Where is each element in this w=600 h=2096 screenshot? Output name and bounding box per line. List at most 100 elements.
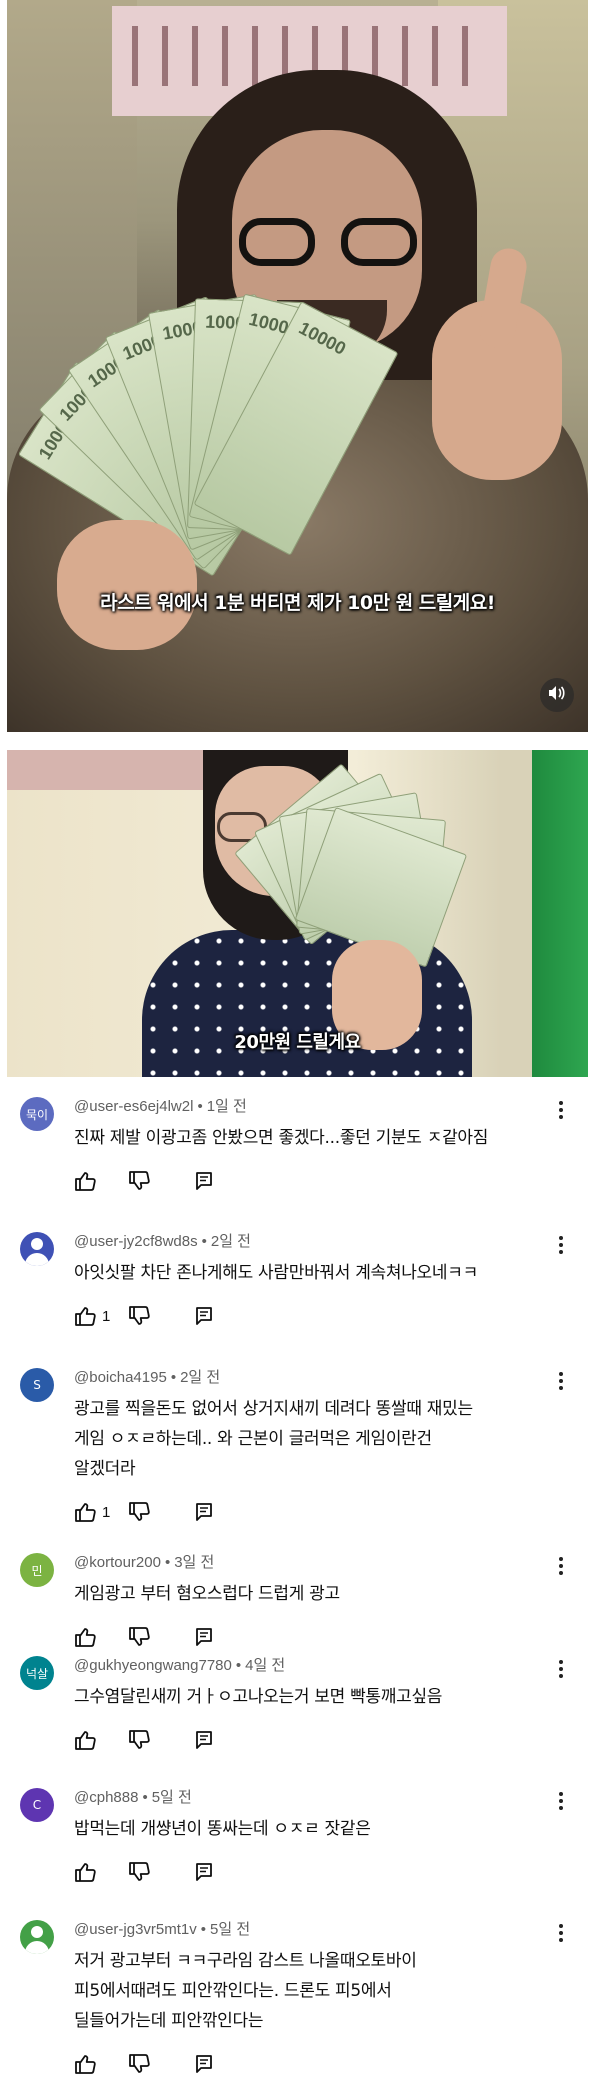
- avatar[interactable]: C: [20, 1788, 54, 1822]
- reply-button[interactable]: [194, 1862, 214, 1882]
- comment-actions: 1: [74, 1304, 214, 1328]
- comment-line: 게임 ㅇㅈㄹ하는데.. 와 근본이 글러먹은 게임이란건: [74, 1429, 432, 1449]
- thumbs-down-icon: [128, 1502, 150, 1522]
- video-frame-1[interactable]: 라스트 워에서 1분 버티면 제가 10만 원 드릴게요!: [7, 0, 588, 732]
- like-button[interactable]: 1: [74, 1502, 128, 1522]
- comment-line: 밥먹는데 개썅년이 똥싸는데 ㅇㅈㄹ 잣같은: [74, 1819, 371, 1839]
- default-avatar-icon: [20, 1232, 54, 1266]
- reply-icon: [194, 1171, 214, 1191]
- video-frame-2[interactable]: 20만원 드릴게요: [7, 750, 588, 1077]
- like-button[interactable]: 1: [74, 1306, 128, 1326]
- dislike-button[interactable]: [128, 2054, 194, 2074]
- reply-icon: [194, 1862, 214, 1882]
- dislike-button[interactable]: [128, 1862, 194, 1882]
- video-subtitle: 20만원 드릴게요: [234, 1032, 361, 1053]
- more-vert-icon[interactable]: [554, 1922, 568, 1944]
- reply-button[interactable]: [194, 1306, 214, 1326]
- like-button[interactable]: [74, 1730, 128, 1750]
- avatar[interactable]: [20, 1232, 54, 1266]
- comment-time: 4일 전: [245, 1657, 286, 1674]
- comment-author[interactable]: @kortour200: [74, 1554, 161, 1571]
- like-button[interactable]: [74, 2054, 128, 2074]
- thumbs-down-icon: [128, 1171, 150, 1191]
- avatar[interactable]: S: [20, 1368, 54, 1402]
- reply-icon: [194, 1627, 214, 1647]
- volume-button[interactable]: [540, 678, 574, 712]
- comment-meta: @user-jy2cf8wd8s • 2일 전: [74, 1230, 251, 1251]
- comment-time: 2일 전: [180, 1369, 221, 1386]
- comment-author[interactable]: @user-es6ej4lw2l: [74, 1098, 193, 1115]
- separator-dot: •: [197, 1098, 203, 1115]
- dislike-button[interactable]: [128, 1627, 194, 1647]
- thumbs-down-icon: [128, 2054, 150, 2074]
- avatar[interactable]: 민: [20, 1553, 54, 1587]
- comment-actions: [74, 1728, 214, 1752]
- more-vert-icon[interactable]: [554, 1555, 568, 1577]
- dislike-button[interactable]: [128, 1502, 194, 1522]
- avatar-initials: 민: [31, 1563, 43, 1578]
- like-count: 1: [102, 1503, 111, 1521]
- separator-dot: •: [164, 1554, 171, 1571]
- like-button[interactable]: [74, 1171, 128, 1191]
- comment-line: 아잇싯팔 차단 존나게해도 사람만바꿔서 계속쳐나오네ㅋㅋ: [74, 1263, 478, 1283]
- comment-text: 광고를 찍을돈도 없어서 상거지새끼 데려다 똥쌀때 재밌는게임 ㅇㅈㄹ하는데.…: [74, 1394, 544, 1484]
- more-vert-icon[interactable]: [554, 1658, 568, 1680]
- avatar[interactable]: [20, 1920, 54, 1954]
- comment-author[interactable]: @cph888: [74, 1789, 138, 1806]
- reply-button[interactable]: [194, 1627, 214, 1647]
- separator-dot: •: [200, 1921, 207, 1938]
- thumbs-up-icon: [74, 1502, 96, 1522]
- thumbs-down-icon: [128, 1627, 150, 1647]
- comment-author[interactable]: @user-jy2cf8wd8s: [74, 1233, 198, 1250]
- comment-line: 알겠더라: [74, 1459, 136, 1479]
- more-vert-icon[interactable]: [554, 1234, 568, 1256]
- comment-line: 저거 광고부터 ㅋㅋ구라임 감스트 나올때오토바이: [74, 1951, 417, 1971]
- comment-meta: @user-jg3vr5mt1v • 5일 전: [74, 1918, 250, 1939]
- comment-text: 아잇싯팔 차단 존나게해도 사람만바꿔서 계속쳐나오네ㅋㅋ: [74, 1258, 544, 1288]
- comment-author[interactable]: @user-jg3vr5mt1v: [74, 1921, 197, 1938]
- comment-line: 피5에서때려도 피안깎인다는. 드론도 피5에서: [74, 1981, 392, 2001]
- dislike-button[interactable]: [128, 1171, 194, 1191]
- comment-text: 그수염달린새끼 거ㅏㅇ고나오는거 보면 빡통깨고싶음: [74, 1682, 544, 1712]
- thumbs-up-icon: [74, 1862, 96, 1882]
- more-vert-icon[interactable]: [554, 1099, 568, 1121]
- comment-time: 1일 전: [206, 1098, 247, 1115]
- comment-meta: @cph888 • 5일 전: [74, 1786, 192, 1807]
- thumbs-up-icon: [74, 1627, 96, 1647]
- like-button[interactable]: [74, 1627, 128, 1647]
- like-count: 1: [102, 1307, 111, 1325]
- left-hand: [57, 520, 197, 650]
- background-curtain: [7, 750, 207, 790]
- thumbs-down-icon: [128, 1862, 150, 1882]
- separator-dot: •: [235, 1657, 242, 1674]
- speaker-icon: [548, 685, 566, 705]
- default-avatar-icon: [20, 1920, 54, 1954]
- comment-actions: [74, 2052, 214, 2076]
- dislike-button[interactable]: [128, 1730, 194, 1750]
- comment-author[interactable]: @gukhyeongwang7780: [74, 1657, 232, 1674]
- comment-author[interactable]: @boicha4195: [74, 1369, 167, 1386]
- avatar-initials: S: [33, 1378, 41, 1392]
- reply-button[interactable]: [194, 1502, 214, 1522]
- separator-dot: •: [201, 1233, 207, 1250]
- more-vert-icon[interactable]: [554, 1790, 568, 1812]
- comment-line: 그수염달린새끼 거ㅏㅇ고나오는거 보면 빡통깨고싶음: [74, 1687, 443, 1707]
- reply-button[interactable]: [194, 2054, 214, 2074]
- avatar[interactable]: 묵이: [20, 1097, 54, 1131]
- reply-button[interactable]: [194, 1730, 214, 1750]
- reply-button[interactable]: [194, 1171, 214, 1191]
- comment-meta: @kortour200 • 3일 전: [74, 1551, 214, 1572]
- reply-icon: [194, 1730, 214, 1750]
- comment-meta: @gukhyeongwang7780 • 4일 전: [74, 1654, 285, 1675]
- avatar[interactable]: 넉살: [20, 1656, 54, 1690]
- thumbs-up-icon: [74, 2054, 96, 2074]
- thumbs-down-icon: [128, 1730, 150, 1750]
- comment-line: 광고를 찍을돈도 없어서 상거지새끼 데려다 똥쌀때 재밌는: [74, 1399, 473, 1419]
- more-vert-icon[interactable]: [554, 1370, 568, 1392]
- like-button[interactable]: [74, 1862, 128, 1882]
- dislike-button[interactable]: [128, 1306, 194, 1326]
- comment-time: 3일 전: [174, 1554, 215, 1571]
- separator-dot: •: [170, 1369, 177, 1386]
- comment-actions: [74, 1169, 214, 1193]
- comment-meta: @user-es6ej4lw2l • 1일 전: [74, 1095, 247, 1116]
